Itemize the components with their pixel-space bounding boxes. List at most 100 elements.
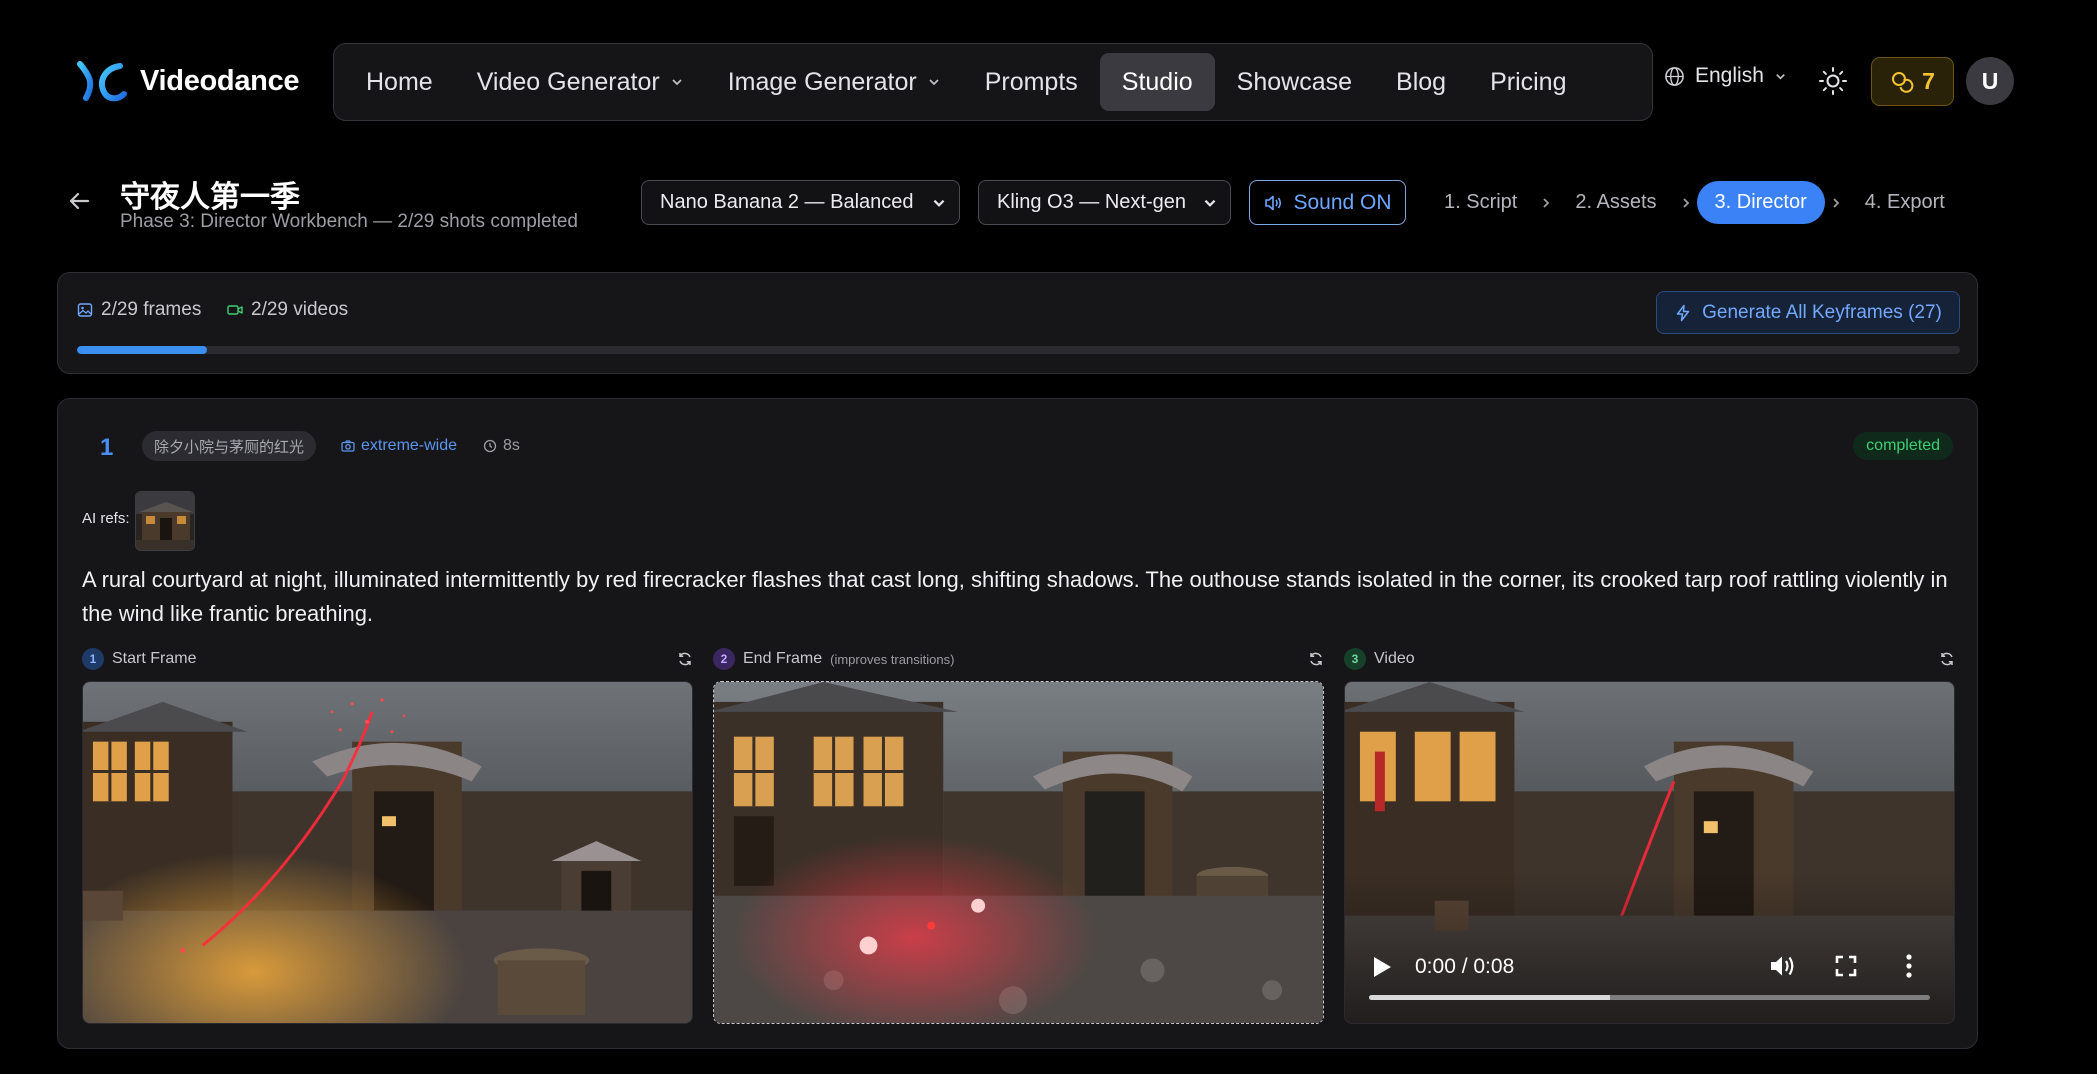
shot-description: A rural courtyard at night, illuminated …	[82, 567, 1948, 626]
clock-icon	[483, 439, 497, 453]
nav-label: Prompts	[984, 67, 1078, 96]
video-header: 3 Video	[1344, 647, 1415, 671]
play-icon[interactable]	[1371, 955, 1393, 979]
logo-icon	[77, 61, 127, 102]
regenerate-end-frame-icon[interactable]	[1308, 651, 1324, 667]
nav-video-generator[interactable]: Video Generator	[455, 53, 706, 111]
scene-tag: 除夕小院与茅厕的红光	[142, 431, 317, 461]
chevron-down-icon	[929, 79, 939, 86]
image-icon	[77, 303, 93, 317]
frames-label: 2/29 frames	[101, 299, 202, 320]
step-badge: 2	[713, 648, 735, 670]
end-frame-image[interactable]	[713, 681, 1324, 1024]
chevron-down-icon	[672, 79, 682, 86]
step-badge: 1	[82, 648, 104, 670]
nav-label: Home	[366, 67, 433, 96]
chevron-right-icon	[1543, 197, 1550, 208]
chevron-down-icon	[933, 199, 945, 207]
image-model-value: Nano Banana 2 — Balanced	[660, 191, 914, 213]
video-seek-bar[interactable]	[1369, 995, 1930, 1000]
theme-toggle-sun-icon[interactable]	[1818, 66, 1848, 96]
start-frame-label: Start Frame	[112, 650, 197, 667]
shot-number: 1	[100, 434, 114, 461]
nav-studio[interactable]: Studio	[1099, 53, 1215, 111]
more-options-icon[interactable]	[1905, 953, 1913, 979]
videos-stat: 2/29 videos	[227, 299, 348, 321]
courtyard-scene-image	[83, 682, 692, 1023]
video-player[interactable]: 0:00 / 0:08	[1344, 681, 1955, 1024]
sound-label: Sound ON	[1293, 190, 1392, 214]
video-model-value: Kling O3 — Next-gen	[997, 191, 1186, 213]
credits-button[interactable]: 7	[1871, 57, 1954, 106]
nav-label: Image Generator	[727, 67, 917, 96]
ref-image	[136, 492, 194, 550]
back-arrow-icon[interactable]	[66, 188, 92, 214]
credits-count: 7	[1922, 68, 1935, 94]
nav-showcase[interactable]: Showcase	[1215, 53, 1374, 111]
progress-bar	[77, 346, 1960, 354]
video-label: Video	[1374, 650, 1415, 667]
globe-icon	[1665, 66, 1684, 86]
chevron-down-icon	[1776, 73, 1785, 80]
generate-all-keyframes-button[interactable]: Generate All Keyframes (27)	[1656, 291, 1960, 334]
language-selector[interactable]: English	[1664, 64, 1787, 88]
courtyard-scene-image	[714, 682, 1323, 1023]
language-label: English	[1695, 64, 1764, 87]
ai-refs-label: AI refs:	[82, 510, 130, 527]
project-title: 守夜人第一季	[120, 181, 300, 214]
ai-ref-thumbnail[interactable]	[135, 491, 195, 551]
video-buffered	[1369, 995, 1611, 1000]
video-controls: 0:00 / 0:08	[1345, 933, 1954, 1023]
chevron-right-icon	[1833, 197, 1840, 208]
shot-duration-label: 8s	[503, 437, 520, 454]
start-frame-header: 1 Start Frame	[82, 647, 196, 671]
frames-stat: 2/29 frames	[77, 299, 201, 321]
video-camera-icon	[227, 305, 243, 315]
fullscreen-icon[interactable]	[1835, 955, 1857, 977]
sound-toggle-button[interactable]: Sound ON	[1249, 180, 1406, 225]
nav-pricing[interactable]: Pricing	[1468, 53, 1588, 111]
video-time: 0:00 / 0:08	[1415, 955, 1515, 978]
workflow-steps: 1. Script 2. Assets 3. Director 4. Expor…	[1426, 181, 1963, 224]
end-frame-note: (improves transitions)	[830, 651, 955, 667]
coins-icon	[1892, 71, 1914, 93]
camera-icon	[341, 440, 355, 452]
regenerate-video-icon[interactable]	[1939, 651, 1955, 667]
speaker-icon	[1265, 195, 1282, 210]
shot-card: 1 除夕小院与茅厕的红光 extreme-wide 8s completed A…	[57, 398, 1978, 1049]
main-nav: Home Video Generator Image Generator Pro…	[333, 43, 1653, 121]
end-frame-header: 2 End Frame (improves transitions)	[713, 647, 954, 671]
nav-image-generator[interactable]: Image Generator	[706, 53, 963, 111]
nav-label: Showcase	[1236, 67, 1353, 96]
progress-bar-fill	[77, 346, 207, 354]
start-frame-image[interactable]	[82, 681, 693, 1024]
video-model-select[interactable]: Kling O3 — Next-gen	[978, 180, 1231, 225]
step-badge: 3	[1344, 648, 1366, 670]
lightning-icon	[1676, 304, 1690, 321]
step-assets[interactable]: 2. Assets	[1557, 181, 1674, 224]
videos-label: 2/29 videos	[251, 299, 349, 320]
image-model-select[interactable]: Nano Banana 2 — Balanced	[641, 180, 960, 225]
step-script[interactable]: 1. Script	[1426, 181, 1535, 224]
regenerate-start-frame-icon[interactable]	[677, 651, 693, 667]
brand-name: Videodance	[140, 64, 300, 97]
nav-blog[interactable]: Blog	[1374, 53, 1468, 111]
nav-label: Blog	[1396, 67, 1447, 96]
step-director[interactable]: 3. Director	[1696, 181, 1825, 224]
nav-label: Video Generator	[476, 67, 660, 96]
chevron-right-icon	[1682, 197, 1689, 208]
step-export[interactable]: 4. Export	[1847, 181, 1963, 224]
shot-type-label: extreme-wide	[361, 437, 458, 454]
progress-panel: 2/29 frames 2/29 videos Generate All Key…	[57, 272, 1978, 374]
nav-label: Pricing	[1490, 67, 1567, 96]
nav-prompts[interactable]: Prompts	[963, 53, 1100, 111]
generate-all-label: Generate All Keyframes (27)	[1702, 301, 1942, 323]
brand-logo[interactable]: Videodance	[76, 58, 300, 104]
shot-type: extreme-wide	[341, 437, 457, 455]
nav-home[interactable]: Home	[344, 53, 455, 111]
user-avatar[interactable]: U	[1966, 57, 2014, 105]
shot-duration: 8s	[483, 437, 520, 455]
volume-icon[interactable]	[1769, 953, 1797, 979]
project-subtitle: Phase 3: Director Workbench — 2/29 shots…	[120, 211, 578, 232]
chevron-down-icon	[1204, 199, 1216, 207]
